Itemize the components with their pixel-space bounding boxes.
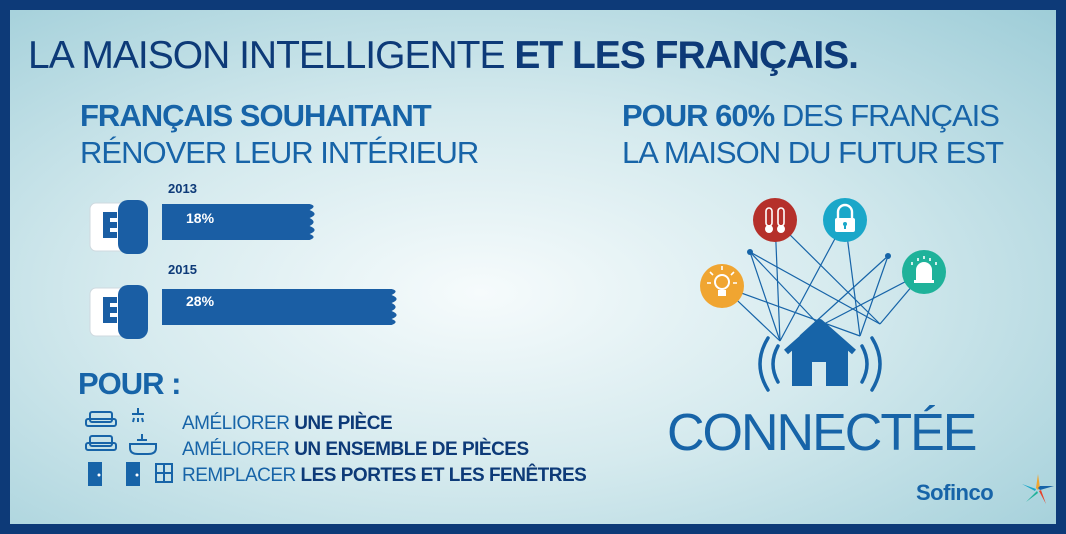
lightbulb-icon [700,264,744,308]
reason-1-bold: UNE PIÈCE [294,413,393,434]
reason-icons [85,408,173,486]
reason-2-light: AMÉLIORER [182,439,295,460]
bar-2013 [162,204,315,240]
reason-1-light: AMÉLIORER [182,413,295,434]
brand-star-icon [1022,474,1054,504]
bar-label-2015: 28% [186,293,215,309]
reason-1: AMÉLIORER UNE PIÈCE [182,413,393,435]
reason-3-light: REMPLACER [182,465,301,486]
lock-icon [823,198,867,242]
connected-label: CONNECTÉE [667,404,977,462]
reason-2-bold: UN ENSEMBLE DE PIÈCES [294,439,529,460]
reason-3-bold: LES PORTES ET LES FENÊTRES [300,465,587,486]
shower-icon [132,408,144,423]
infographic: LA MAISON INTELLIGENTE ET LES FRANÇAIS. … [0,0,1066,534]
reason-3: REMPLACER LES PORTES ET LES FENÊTRES [182,465,587,487]
thermometer-icon [753,198,797,242]
paint-roller-icon [89,285,148,339]
right-heading-line2: LA MAISON DU FUTUR EST [622,135,1004,170]
pour-label: POUR : [78,366,181,401]
smart-home-illustration [700,198,946,392]
connected-house-icon [758,319,882,392]
right-heading-bold: POUR 60% [622,98,775,133]
paint-roller-icon [89,200,148,254]
door-icon [88,462,140,486]
bar-label-2013: 18% [186,210,215,226]
right-heading: POUR 60% DES FRANÇAIS [622,98,1000,134]
bathtub-icon [129,434,157,455]
sofa-icon-2 [85,435,117,451]
brand-logo-text: Sofinco [916,480,994,505]
sprinkler-icon [902,250,946,294]
bar-year-2013: 2013 [168,181,197,196]
reason-2: AMÉLIORER UN ENSEMBLE DE PIÈCES [182,439,529,461]
sofa-icon [85,411,117,427]
window-icon [155,463,173,483]
right-heading-rest: DES FRANÇAIS [774,98,1000,133]
network-nodes [747,249,891,259]
bar-year-2015: 2015 [168,262,197,277]
bar-chart [89,200,397,339]
